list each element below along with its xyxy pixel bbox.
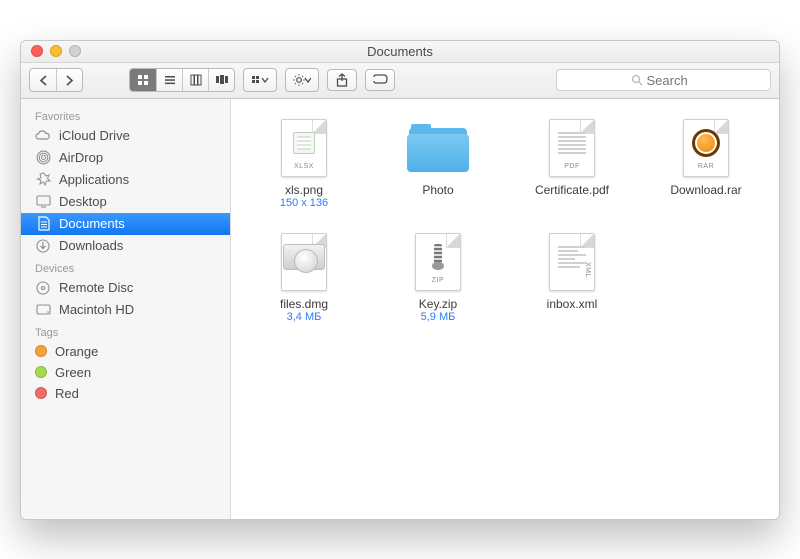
action-dropdown[interactable] [285, 68, 319, 92]
column-view-button[interactable] [182, 69, 208, 91]
sidebar-item-downloads[interactable]: Downloads [21, 235, 230, 257]
sidebar-item-label: AirDrop [59, 150, 103, 165]
file-name: xls.png [285, 183, 323, 197]
file-item[interactable]: ZIP Key.zip 5,9 МБ [378, 231, 498, 323]
finder-window: Documents [20, 40, 780, 520]
file-name: Key.zip [419, 297, 457, 311]
sidebar-item-label: Remote Disc [59, 280, 133, 295]
file-name: files.dmg [280, 297, 328, 311]
tags-button[interactable] [365, 69, 395, 91]
sidebar-item-documents[interactable]: Documents [21, 213, 230, 235]
search-field[interactable] [556, 69, 771, 91]
sidebar-tag-orange[interactable]: Orange [21, 341, 230, 362]
file-icon: RAR [671, 117, 741, 179]
file-icon: ZIP [403, 231, 473, 293]
file-name: Certificate.pdf [535, 183, 609, 197]
file-item[interactable]: XML inbox.xml [512, 231, 632, 323]
file-meta: 5,9 МБ [421, 311, 456, 323]
tag-dot-icon [35, 366, 47, 378]
file-badge: XML [584, 262, 591, 278]
desktop-icon [35, 194, 51, 210]
file-item[interactable]: RAR Download.rar [646, 117, 766, 209]
file-icon [269, 231, 339, 293]
file-name: Photo [422, 183, 453, 197]
icon-view-button[interactable] [130, 69, 156, 91]
sidebar-tag-red[interactable]: Red [21, 383, 230, 404]
share-button[interactable] [327, 69, 357, 91]
coverflow-view-button[interactable] [208, 69, 234, 91]
sidebar-section-tags-title: Tags [21, 321, 230, 341]
sidebar: Favorites iCloud Drive AirDrop Applicati… [21, 99, 231, 519]
sidebar-item-label: iCloud Drive [59, 128, 130, 143]
sidebar-item-macintosh-hd[interactable]: Macintoh HD [21, 299, 230, 321]
file-grid: XLSX xls.png 150 x 136 Photo [241, 117, 769, 324]
documents-icon [35, 216, 51, 232]
file-item[interactable]: files.dmg 3,4 МБ [244, 231, 364, 323]
sidebar-item-label: Applications [59, 172, 129, 187]
list-view-button[interactable] [156, 69, 182, 91]
hd-icon [35, 302, 51, 318]
file-icon: PDF [537, 117, 607, 179]
file-badge: RAR [684, 163, 728, 170]
file-badge: PDF [550, 163, 594, 170]
view-switcher [129, 68, 235, 92]
tag-dot-icon [35, 387, 47, 399]
folder-icon [403, 117, 473, 179]
sidebar-item-label: Orange [55, 344, 98, 359]
sidebar-item-remote-disc[interactable]: Remote Disc [21, 277, 230, 299]
file-badge: ZIP [416, 277, 460, 284]
cloud-icon [35, 128, 51, 144]
file-icon: XML [537, 231, 607, 293]
arrange-dropdown[interactable] [243, 68, 277, 92]
file-icon: XLSX [269, 117, 339, 179]
file-meta: 150 x 136 [280, 197, 328, 209]
downloads-icon [35, 238, 51, 254]
sidebar-section-devices-title: Devices [21, 257, 230, 277]
disc-icon [35, 280, 51, 296]
sidebar-item-desktop[interactable]: Desktop [21, 191, 230, 213]
sidebar-item-applications[interactable]: Applications [21, 169, 230, 191]
tag-dot-icon [35, 345, 47, 357]
file-item[interactable]: Photo [378, 117, 498, 209]
sidebar-item-label: Red [55, 386, 79, 401]
sidebar-item-label: Downloads [59, 238, 123, 253]
window-title: Documents [21, 44, 779, 59]
search-input[interactable] [647, 73, 697, 88]
apps-icon [35, 172, 51, 188]
action-button[interactable] [286, 69, 318, 91]
sidebar-item-label: Documents [59, 216, 125, 231]
sidebar-item-icloud[interactable]: iCloud Drive [21, 125, 230, 147]
titlebar: Documents [21, 41, 779, 63]
arrange-button[interactable] [244, 69, 276, 91]
file-grid-area: XLSX xls.png 150 x 136 Photo [231, 99, 779, 519]
sidebar-item-label: Green [55, 365, 91, 380]
toolbar [21, 63, 779, 99]
file-meta: 3,4 МБ [287, 311, 322, 323]
search-icon [631, 74, 643, 86]
airdrop-icon [35, 150, 51, 166]
back-button[interactable] [30, 69, 56, 91]
sidebar-item-label: Desktop [59, 194, 107, 209]
forward-button[interactable] [56, 69, 82, 91]
sidebar-section-favorites-title: Favorites [21, 105, 230, 125]
sidebar-tag-green[interactable]: Green [21, 362, 230, 383]
file-item[interactable]: XLSX xls.png 150 x 136 [244, 117, 364, 209]
file-badge: XLSX [282, 163, 326, 170]
sidebar-item-airdrop[interactable]: AirDrop [21, 147, 230, 169]
file-name: Download.rar [670, 183, 741, 197]
nav-back-forward [29, 68, 83, 92]
sidebar-item-label: Macintoh HD [59, 302, 134, 317]
file-name: inbox.xml [547, 297, 598, 311]
file-item[interactable]: PDF Certificate.pdf [512, 117, 632, 209]
